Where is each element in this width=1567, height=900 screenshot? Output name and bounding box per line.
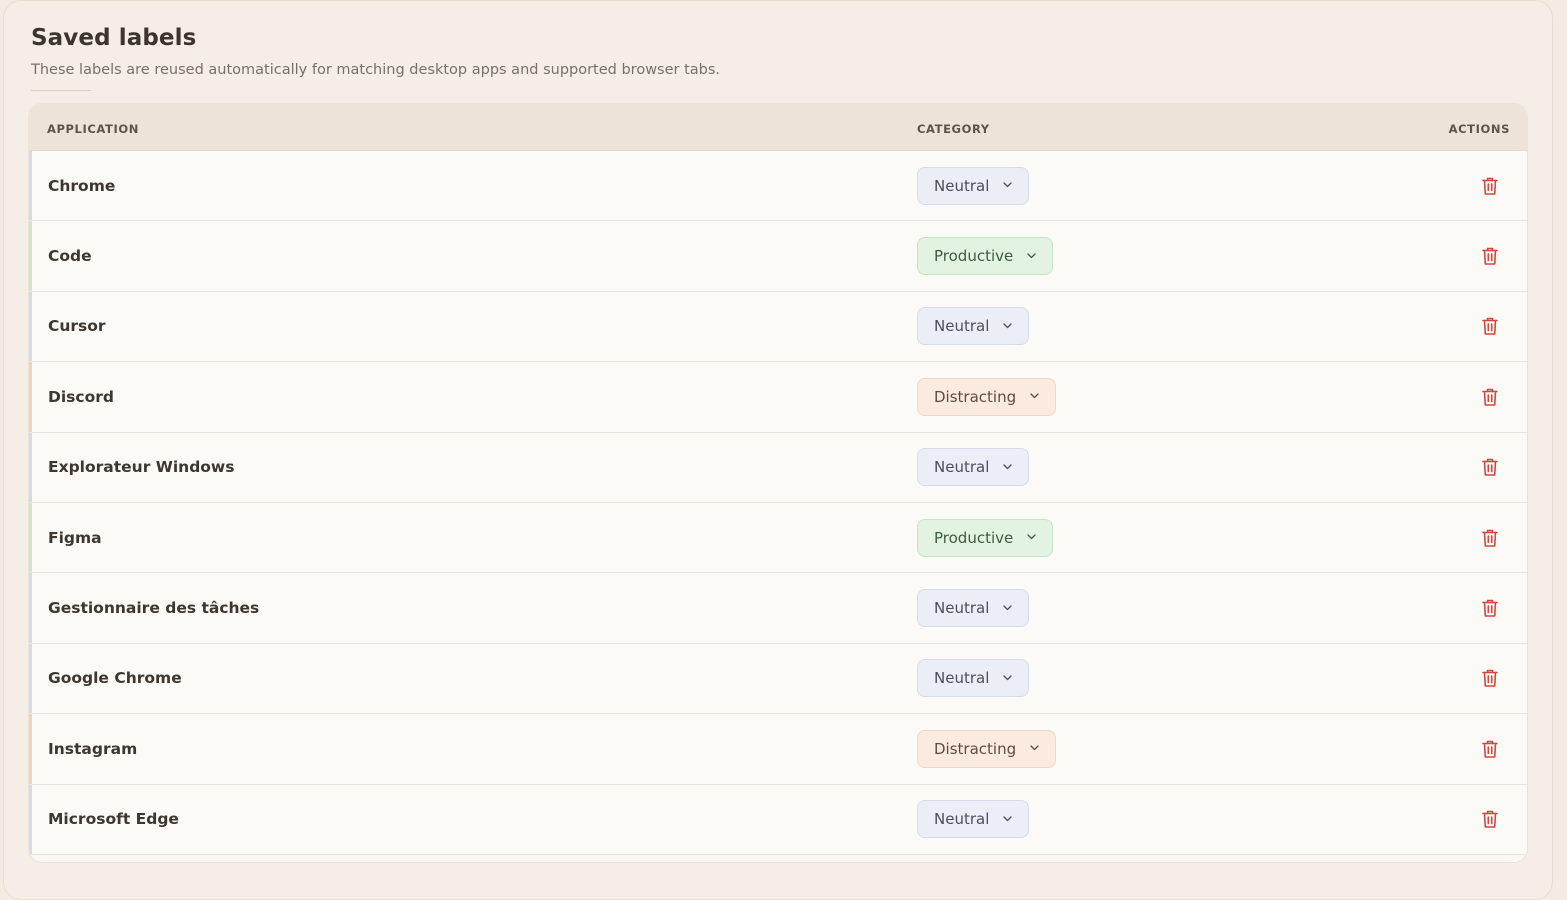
- trash-icon: [1482, 810, 1498, 829]
- category-select[interactable]: Distracting: [917, 729, 1057, 768]
- chevron-down-icon: [1003, 462, 1013, 473]
- category-select[interactable]: Neutral: [917, 307, 1030, 346]
- category-select[interactable]: Neutral: [917, 589, 1030, 628]
- delete-button[interactable]: [1481, 457, 1499, 477]
- trash-icon: [1482, 388, 1498, 406]
- row-accent-bar: [29, 573, 32, 643]
- category-value: Neutral: [934, 599, 990, 618]
- trash-icon: [1482, 529, 1498, 547]
- app-name: Google Chrome: [48, 669, 182, 688]
- category-select[interactable]: Neutral: [917, 448, 1030, 487]
- trash-icon: [1482, 599, 1498, 617]
- row-accent-bar: [29, 643, 32, 714]
- category-value: Neutral: [934, 810, 990, 829]
- table-row: Code Productive: [29, 221, 1527, 292]
- table-row: Explorateur Windows Neutral: [29, 432, 1527, 503]
- row-accent-bar: [29, 432, 32, 502]
- chevron-down-icon: [1030, 743, 1039, 754]
- category-value: Distracting: [934, 387, 1017, 406]
- delete-button[interactable]: [1481, 739, 1499, 759]
- column-header-actions: ACTIONS: [1448, 122, 1510, 136]
- trash-icon: [1482, 740, 1498, 758]
- category-value: Productive: [934, 528, 1014, 547]
- page-title: Saved labels: [31, 25, 197, 51]
- table-row: Discord Distracting: [29, 362, 1527, 433]
- app-name: Cursor: [48, 317, 106, 336]
- page-subtitle: These labels are reused automatically fo…: [31, 62, 721, 78]
- row-accent-bar: [29, 291, 32, 362]
- trash-icon: [1482, 670, 1498, 688]
- table-row: Figma Productive: [29, 502, 1527, 574]
- trash-icon: [1482, 318, 1498, 336]
- category-select[interactable]: Productive: [917, 518, 1054, 557]
- delete-button[interactable]: [1481, 316, 1499, 336]
- row-accent-bar: [29, 784, 32, 854]
- table-row: Gestionnaire des tâches Neutral: [29, 573, 1527, 644]
- trash-icon: [1482, 458, 1498, 477]
- table-row: Instagram Distracting: [29, 714, 1527, 785]
- category-value: Distracting: [934, 739, 1017, 758]
- row-accent-bar: [29, 151, 32, 221]
- chevron-down-icon: [1003, 180, 1013, 191]
- trash-icon: [1482, 247, 1498, 265]
- column-header-category: CATEGORY: [917, 122, 990, 136]
- category-select[interactable]: Distracting: [917, 377, 1057, 416]
- category-value: Neutral: [934, 458, 990, 477]
- app-name: Code: [48, 247, 92, 266]
- category-select[interactable]: Neutral: [917, 166, 1030, 205]
- chevron-down-icon: [1030, 391, 1039, 402]
- category-value: Productive: [934, 247, 1014, 266]
- header-divider: [31, 90, 91, 91]
- chevron-down-icon: [1003, 814, 1013, 825]
- row-accent-bar: [29, 502, 32, 573]
- category-value: Neutral: [934, 669, 990, 688]
- delete-button[interactable]: [1481, 598, 1499, 618]
- category-value: Neutral: [934, 176, 990, 195]
- category-select[interactable]: Neutral: [917, 800, 1030, 839]
- app-name: Gestionnaire des tâches: [48, 599, 260, 618]
- table-row: Microsoft Edge Neutral: [29, 784, 1527, 855]
- delete-button[interactable]: [1481, 809, 1499, 829]
- table-body: Chrome Neutral Code Productive Cursor Ne…: [29, 151, 1527, 855]
- delete-button[interactable]: [1481, 668, 1499, 688]
- category-select[interactable]: Productive: [917, 237, 1054, 276]
- chevron-down-icon: [1003, 321, 1013, 332]
- category-select[interactable]: Neutral: [917, 659, 1030, 698]
- row-accent-bar: [29, 714, 32, 784]
- app-name: Figma: [48, 528, 102, 547]
- table-row: Google Chrome Neutral: [29, 643, 1527, 715]
- app-name: Instagram: [48, 739, 138, 758]
- row-accent-bar: [29, 362, 32, 432]
- table-row: Chrome Neutral: [29, 151, 1527, 222]
- app-name: Microsoft Edge: [48, 810, 179, 829]
- delete-button[interactable]: [1481, 246, 1499, 266]
- chevron-down-icon: [1003, 603, 1013, 614]
- chevron-down-icon: [1027, 251, 1036, 262]
- chevron-down-icon: [1003, 673, 1013, 684]
- labels-table: APPLICATION CATEGORY ACTIONS Chrome Neut…: [28, 103, 1528, 863]
- app-name: Chrome: [48, 176, 116, 195]
- delete-button[interactable]: [1481, 528, 1499, 548]
- delete-button[interactable]: [1481, 387, 1499, 407]
- app-name: Discord: [48, 387, 114, 406]
- delete-button[interactable]: [1481, 176, 1499, 196]
- table-header: APPLICATION CATEGORY ACTIONS: [29, 104, 1527, 151]
- column-header-application: APPLICATION: [47, 122, 139, 136]
- category-value: Neutral: [934, 317, 990, 336]
- app-name: Explorateur Windows: [48, 458, 235, 477]
- row-accent-bar: [29, 221, 32, 291]
- trash-icon: [1482, 177, 1498, 195]
- chevron-down-icon: [1027, 532, 1036, 543]
- table-row: Cursor Neutral: [29, 291, 1527, 363]
